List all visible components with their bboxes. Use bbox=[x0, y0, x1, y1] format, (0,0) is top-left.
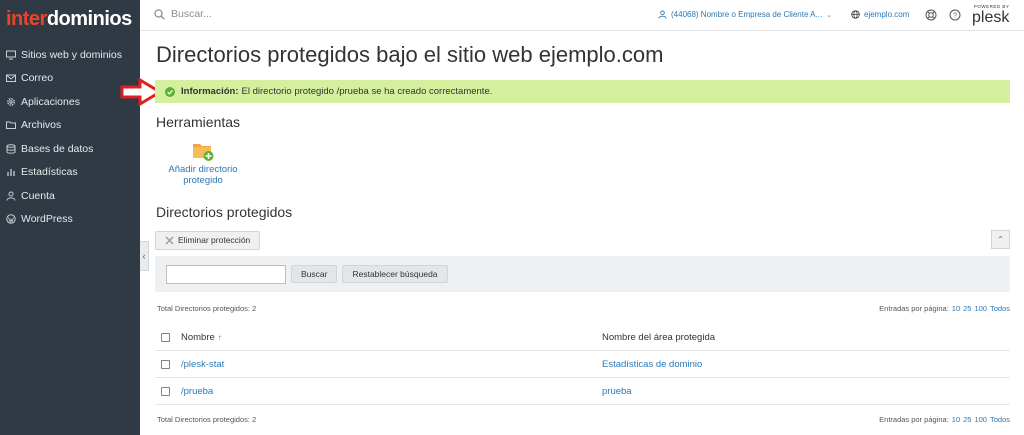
add-folder-icon bbox=[193, 144, 214, 161]
sidebar-item-archivos[interactable]: Archivos bbox=[0, 114, 140, 138]
collapse-filter-button[interactable]: ⌃ bbox=[991, 230, 1010, 249]
sidebar-item-label: Sitios web y dominios bbox=[21, 48, 122, 61]
per-page-label: Entradas por página: bbox=[879, 304, 949, 313]
plesk-logo: POWERED BY plesk bbox=[972, 4, 1009, 27]
sidebar-item-bases-de-datos[interactable]: Bases de datos bbox=[0, 137, 140, 161]
monitor-icon bbox=[6, 50, 16, 60]
entries-per-page: Entradas por página: 10 25 100 Todos bbox=[879, 304, 1010, 313]
remove-protection-button[interactable]: Eliminar protección bbox=[155, 230, 261, 250]
filter-bar: Buscar Restablecer búsqueda bbox=[155, 256, 1010, 292]
wordpress-icon bbox=[6, 214, 16, 224]
mail-icon bbox=[6, 74, 16, 83]
row-checkbox[interactable] bbox=[161, 386, 170, 396]
sort-ascending-icon: ↑ bbox=[217, 332, 222, 342]
per-page-option-all[interactable]: Todos bbox=[990, 304, 1010, 313]
table-header: Nombre ↑ Nombre del área protegida bbox=[155, 324, 1010, 351]
brand-logo[interactable]: interdominios bbox=[6, 8, 132, 31]
protected-directories-table: Nombre ↑ Nombre del área protegida /plesk… bbox=[155, 324, 1010, 405]
directory-link[interactable]: /prueba bbox=[181, 386, 213, 397]
table-row: /prueba prueba bbox=[155, 378, 1010, 405]
remove-icon bbox=[165, 235, 174, 245]
chevron-up-icon: ⌃ bbox=[997, 235, 1004, 244]
search-input[interactable] bbox=[171, 8, 321, 20]
chevron-down-icon: ⌄ bbox=[826, 11, 833, 19]
per-page-option-100[interactable]: 100 bbox=[974, 304, 987, 313]
sidebar-item-label: Bases de datos bbox=[21, 142, 94, 155]
check-circle-icon bbox=[165, 86, 175, 97]
info-message: Información: El directorio protegido /pr… bbox=[155, 80, 1010, 103]
info-label: Información: bbox=[181, 86, 239, 97]
table-row: /plesk-stat Estadísticas de dominio bbox=[155, 351, 1010, 378]
help-icon[interactable]: ? bbox=[949, 9, 961, 21]
sidebar-item-aplicaciones[interactable]: Aplicaciones bbox=[0, 90, 140, 114]
sidebar-item-cuenta[interactable]: Cuenta bbox=[0, 184, 140, 208]
plesk-text: plesk bbox=[972, 9, 1010, 26]
row-checkbox[interactable] bbox=[161, 359, 170, 369]
per-page-option-10[interactable]: 10 bbox=[952, 304, 960, 313]
tools-heading: Herramientas bbox=[156, 114, 241, 130]
column-header-area: Nombre del área protegida bbox=[602, 331, 716, 343]
account-name: (44068) Nombre o Empresa de Cliente A... bbox=[671, 10, 823, 19]
folder-icon bbox=[6, 121, 16, 130]
total-count-bottom: Total Directorios protegidos: 2 bbox=[157, 415, 257, 424]
global-search bbox=[154, 8, 321, 20]
sidebar-item-label: Estadísticas bbox=[21, 166, 78, 179]
per-page-option-25[interactable]: 25 bbox=[963, 304, 971, 313]
gear-icon bbox=[7, 97, 15, 106]
total-count: Total Directorios protegidos: 2 bbox=[157, 304, 257, 313]
sidebar-item-label: Cuenta bbox=[21, 189, 55, 202]
chevron-left-icon: ‹ bbox=[142, 251, 146, 261]
page-title: Directorios protegidos bajo el sitio web… bbox=[156, 42, 664, 67]
sidebar-item-wordpress[interactable]: WordPress bbox=[0, 208, 140, 232]
account-menu[interactable]: (44068) Nombre o Empresa de Cliente A...… bbox=[658, 10, 832, 19]
directory-link[interactable]: /plesk-stat bbox=[181, 359, 224, 370]
domain-selector[interactable]: ejemplo.com bbox=[851, 10, 909, 19]
reset-search-button[interactable]: Restablecer búsqueda bbox=[342, 265, 448, 283]
sidebar-item-correo[interactable]: Correo bbox=[0, 67, 140, 91]
area-link[interactable]: prueba bbox=[602, 386, 632, 397]
area-link[interactable]: Estadísticas de dominio bbox=[602, 359, 702, 370]
per-page-option-25[interactable]: 25 bbox=[963, 415, 971, 424]
sidebar-item-estadisticas[interactable]: Estadísticas bbox=[0, 161, 140, 185]
sidebar-collapse-button[interactable]: ‹ bbox=[140, 241, 149, 271]
per-page-label: Entradas por página: bbox=[879, 415, 949, 424]
column-header-name[interactable]: Nombre ↑ bbox=[181, 332, 602, 343]
sidebar-item-label: Correo bbox=[21, 72, 54, 85]
sidebar-item-sitios-web[interactable]: Sitios web y dominios bbox=[0, 43, 140, 67]
add-protected-directory-label: Añadir directorio protegido bbox=[168, 164, 238, 186]
brand-logo-part2: dominios bbox=[46, 8, 132, 30]
info-text: El directorio protegido /prueba se ha cr… bbox=[241, 86, 493, 97]
list-heading: Directorios protegidos bbox=[156, 204, 293, 220]
list-toolbar: Eliminar protección ⌃ bbox=[155, 229, 1010, 251]
user-icon bbox=[658, 10, 667, 19]
entries-per-page-bottom: Entradas por página: 10 25 100 Todos bbox=[879, 415, 1010, 424]
bar-chart-icon bbox=[7, 169, 15, 177]
svg-text:?: ? bbox=[953, 13, 957, 20]
filter-search-input[interactable] bbox=[166, 264, 286, 284]
add-protected-directory-button[interactable]: Añadir directorio protegido bbox=[163, 140, 243, 186]
per-page-option-10[interactable]: 10 bbox=[952, 415, 960, 424]
per-page-option-100[interactable]: 100 bbox=[974, 415, 987, 424]
globe-icon bbox=[851, 10, 860, 19]
sidebar-nav: Sitios web y dominios Correo Aplicacione… bbox=[0, 43, 140, 231]
support-icon[interactable] bbox=[925, 9, 937, 21]
search-button[interactable]: Buscar bbox=[291, 265, 338, 283]
search-icon bbox=[154, 8, 165, 20]
account-icon bbox=[6, 191, 16, 201]
top-header: (44068) Nombre o Empresa de Cliente A...… bbox=[140, 0, 1024, 31]
database-icon bbox=[6, 143, 16, 154]
per-page-option-all[interactable]: Todos bbox=[990, 415, 1010, 424]
sidebar-item-label: Aplicaciones bbox=[21, 95, 80, 108]
domain-name: ejemplo.com bbox=[864, 10, 910, 19]
sidebar-item-label: WordPress bbox=[21, 213, 73, 226]
column-name-label: Nombre bbox=[181, 331, 215, 343]
select-all-checkbox[interactable] bbox=[161, 332, 170, 342]
sidebar: interdominios Sitios web y dominios Corr… bbox=[0, 0, 140, 435]
brand-logo-part1: inter bbox=[6, 8, 47, 30]
remove-protection-label: Eliminar protección bbox=[178, 235, 251, 245]
sidebar-item-label: Archivos bbox=[21, 119, 62, 132]
